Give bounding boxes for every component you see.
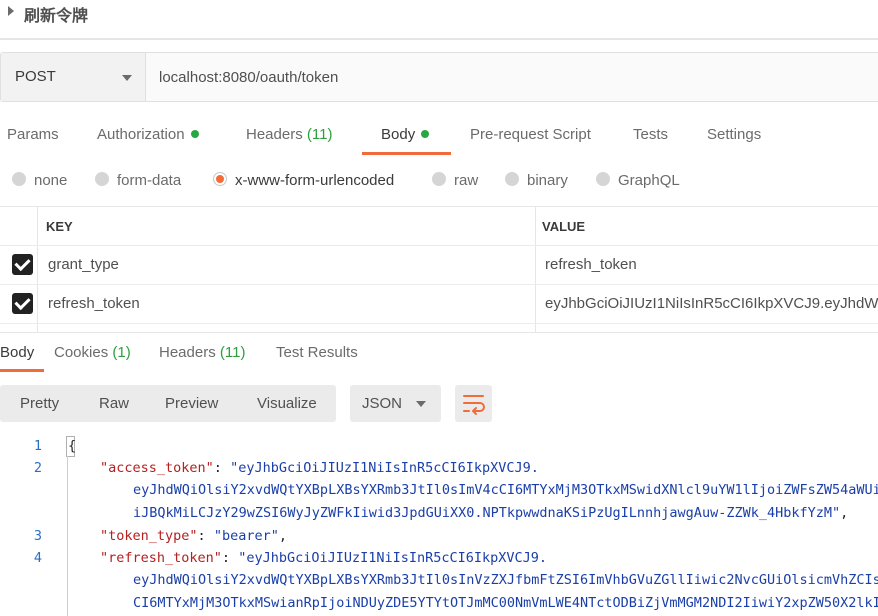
tab-settings[interactable]: Settings — [707, 126, 761, 143]
json-string: "eyJhbGciOiJIUzI1NiIsInR5cCI6IkpXVCJ9. — [238, 550, 548, 566]
format-label: JSON — [362, 395, 403, 412]
line-number: 3 — [33, 528, 42, 544]
json-string: iJBQkMiLCJzY29wZSI6WyJyZWFkIiwid3JpdGUiX… — [133, 505, 841, 521]
active-tab-indicator — [362, 152, 451, 155]
url-input[interactable] — [147, 53, 878, 101]
radio-icon — [12, 172, 26, 186]
checkbox-checked-icon[interactable] — [12, 293, 33, 314]
param-key[interactable]: grant_type — [48, 256, 119, 273]
method-label: POST — [15, 68, 56, 85]
code-line: eyJhdWQiOlsiY2xvdWQtYXBpLXBsYXRmb3JtIl0s… — [133, 482, 878, 498]
tab-count: (11) — [306, 126, 333, 143]
radio-selected-icon — [213, 172, 227, 186]
line-number: 2 — [33, 460, 42, 476]
param-key[interactable]: refresh_token — [48, 295, 140, 312]
param-value[interactable]: refresh_token — [545, 256, 637, 273]
column-header-key: KEY — [46, 219, 73, 234]
radio-form-data[interactable]: form-data — [95, 172, 181, 189]
column-divider — [535, 207, 536, 333]
response-tab-cookies[interactable]: Cookies (1) — [54, 344, 131, 361]
view-visualize-button[interactable]: Visualize — [257, 395, 317, 412]
code-line: eyJhdWQiOlsiY2xvdWQtYXBpLXBsYXRmb3JtIl0s… — [133, 572, 878, 588]
row-divider — [0, 323, 878, 324]
line-number: 4 — [33, 550, 42, 566]
radio-none[interactable]: none — [12, 172, 67, 189]
response-tab-body[interactable]: Body — [0, 344, 34, 361]
section-title: 刷新令牌 — [24, 8, 89, 25]
row-divider — [0, 245, 878, 246]
tab-params[interactable]: Params — [7, 126, 59, 143]
radio-raw[interactable]: raw — [432, 172, 478, 189]
format-select[interactable]: JSON — [350, 385, 441, 422]
param-value[interactable]: eyJhbGciOiJIUzI1NiIsInR5cCI6IkpXVCJ9.eyJ… — [545, 295, 878, 312]
chevron-down-icon — [122, 75, 132, 81]
line-number: 1 — [33, 438, 42, 454]
json-string: "bearer" — [213, 528, 279, 544]
code-open-brace: { — [68, 438, 77, 454]
tab-count: (1) — [112, 344, 131, 361]
active-tab-indicator — [0, 369, 44, 372]
code-line: CI6MTYxMjM3OTkxMSwianRpIjoiNDUyZDE5YTYtO… — [133, 595, 878, 611]
column-divider — [37, 207, 38, 333]
radio-icon — [95, 172, 109, 186]
code-line: "refresh_token": "eyJhbGciOiJIUzI1NiIsIn… — [100, 550, 548, 566]
json-string: eyJhdWQiOlsiY2xvdWQtYXBpLXBsYXRmb3JtIl0s… — [133, 482, 878, 498]
view-raw-button[interactable]: Raw — [99, 395, 129, 412]
status-dot-icon — [190, 130, 199, 138]
radio-icon — [596, 172, 610, 186]
radio-icon — [505, 172, 519, 186]
radio-binary[interactable]: binary — [505, 172, 568, 189]
json-string: "eyJhbGciOiJIUzI1NiIsInR5cCI6IkpXVCJ9. — [230, 460, 539, 476]
request-url-bar: POST — [0, 52, 878, 102]
json-key: "refresh_token" — [100, 550, 222, 566]
view-mode-group: Pretty Raw Preview Visualize — [0, 385, 336, 422]
divider — [0, 38, 878, 40]
chevron-down-icon — [416, 401, 426, 407]
code-line: iJBQkMiLCJzY29wZSI6WyJyZWFkIiwid3JpdGUiX… — [133, 505, 849, 521]
wrap-lines-icon — [463, 395, 485, 415]
view-preview-button[interactable]: Preview — [165, 395, 218, 412]
tab-body[interactable]: Body — [381, 126, 430, 143]
json-key: "access_token" — [100, 460, 214, 476]
json-string: CI6MTYxMjM3OTkxMSwianRpIjoiNDUyZDE5YTYtO… — [133, 595, 878, 611]
radio-x-www-form-urlencoded[interactable]: x-www-form-urlencoded — [213, 172, 394, 189]
column-header-value: VALUE — [542, 219, 586, 234]
view-pretty-button[interactable]: Pretty — [20, 395, 59, 412]
code-line: "access_token": "eyJhbGciOiJIUzI1NiIsInR… — [100, 460, 539, 476]
tab-headers[interactable]: Headers (11) — [246, 126, 332, 143]
row-divider — [0, 284, 878, 285]
json-string: eyJhdWQiOlsiY2xvdWQtYXBpLXBsYXRmb3JtIl0s… — [133, 572, 878, 588]
response-tab-headers[interactable]: Headers (11) — [159, 344, 245, 361]
divider — [0, 332, 878, 333]
json-key: "token_type" — [100, 528, 198, 544]
tab-authorization[interactable]: Authorization — [97, 126, 199, 143]
status-dot-icon — [421, 130, 430, 138]
response-body-viewer[interactable]: 1 2 3 4 { "access_token": "eyJhbGciOiJIU… — [0, 432, 878, 616]
caret-right-icon[interactable] — [8, 6, 14, 16]
code-line: "token_type": "bearer", — [100, 528, 287, 544]
radio-graphql[interactable]: GraphQL — [596, 172, 680, 189]
params-table: KEY VALUE grant_type refresh_token refre… — [0, 206, 878, 333]
indent-guide — [67, 456, 68, 616]
section-header[interactable]: 刷新令牌 — [0, 0, 878, 30]
radio-icon — [432, 172, 446, 186]
checkbox-checked-icon[interactable] — [12, 254, 33, 275]
response-tab-test-results[interactable]: Test Results — [276, 344, 358, 361]
tab-pre-request-script[interactable]: Pre-request Script — [470, 126, 591, 143]
method-select[interactable]: POST — [1, 53, 146, 101]
tab-count: (11) — [219, 344, 246, 361]
wrap-lines-button[interactable] — [455, 385, 492, 422]
tab-tests[interactable]: Tests — [633, 126, 668, 143]
